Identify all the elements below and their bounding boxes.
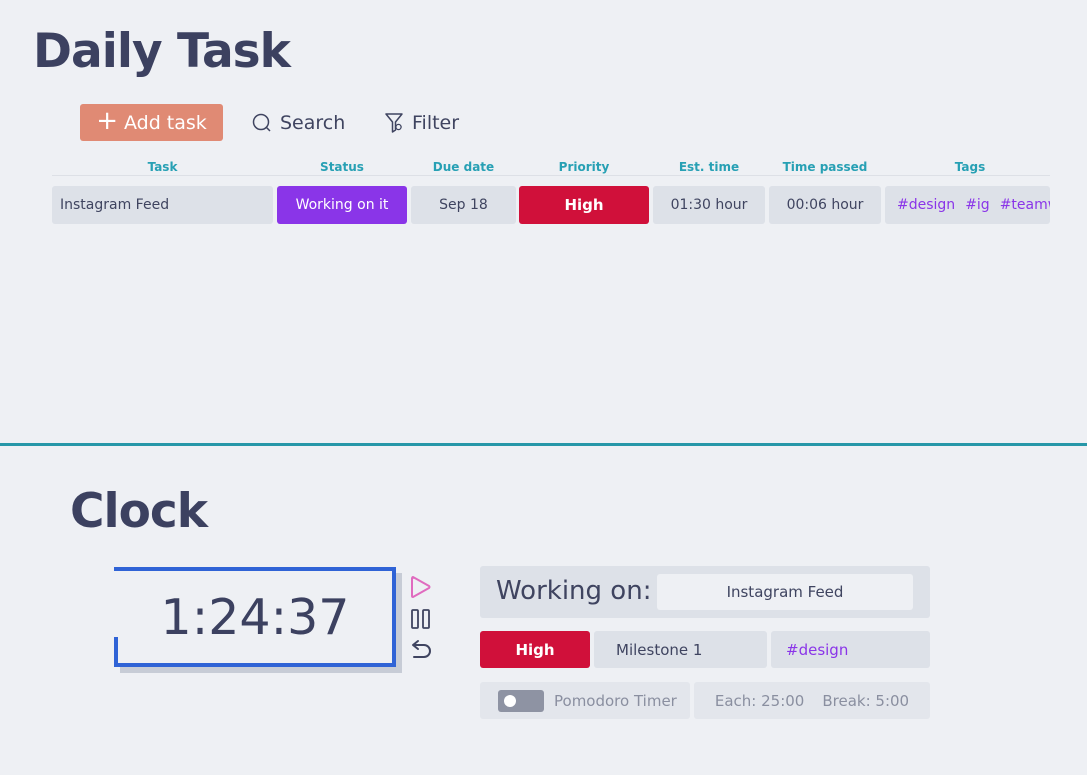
tag-link[interactable]: #design — [897, 197, 955, 213]
priority-badge[interactable]: High — [519, 186, 649, 224]
search-icon — [252, 113, 271, 132]
pause-icon[interactable] — [408, 607, 434, 631]
each-duration[interactable]: Each: 25:00 — [715, 692, 804, 710]
search-button[interactable]: Search — [252, 108, 345, 138]
filter-icon — [385, 113, 403, 133]
clock-title: Clock — [70, 484, 208, 539]
add-task-label: Add task — [123, 111, 207, 134]
priority-badge[interactable]: High — [480, 631, 590, 668]
pomodoro-durations[interactable]: Each: 25:00 Break: 5:00 — [694, 682, 930, 719]
section-divider — [0, 443, 1087, 446]
break-duration[interactable]: Break: 5:00 — [822, 692, 909, 710]
clock-time: 1:24:37 — [160, 588, 350, 646]
milestone-field[interactable]: Milestone 1 — [594, 631, 767, 668]
column-header-tags[interactable]: Tags — [885, 160, 1055, 174]
search-label: Search — [280, 112, 346, 134]
pomodoro-toggle[interactable] — [498, 689, 544, 712]
play-icon[interactable] — [408, 575, 434, 599]
add-task-button[interactable]: + Add task — [80, 104, 223, 141]
working-on-select[interactable]: Instagram Feed — [657, 574, 913, 610]
plus-icon: + — [96, 106, 118, 136]
column-header-task[interactable]: Task — [52, 160, 273, 174]
due-date-cell[interactable]: Sep 18 — [411, 186, 516, 224]
filter-button[interactable]: Filter — [384, 108, 459, 138]
page-title: Daily Task — [33, 24, 291, 79]
table-header-divider — [52, 175, 1050, 176]
tag-field[interactable]: #design — [771, 631, 930, 668]
reset-icon[interactable] — [408, 637, 434, 661]
column-header-est-time[interactable]: Est. time — [653, 160, 765, 174]
working-on-label: Working on: — [496, 576, 652, 606]
tags-cell[interactable]: #design #ig #teamwc — [885, 186, 1050, 224]
column-header-due-date[interactable]: Due date — [411, 160, 516, 174]
toggle-knob — [504, 694, 516, 707]
column-header-priority[interactable]: Priority — [519, 160, 649, 174]
filter-label: Filter — [412, 112, 460, 134]
pomodoro-control: Pomodoro Timer — [480, 682, 690, 719]
tag-link[interactable]: #teamwc — [1000, 197, 1050, 213]
task-name-cell[interactable]: Instagram Feed — [52, 186, 273, 224]
column-header-time-passed[interactable]: Time passed — [769, 160, 881, 174]
pomodoro-label: Pomodoro Timer — [554, 691, 677, 710]
est-time-cell[interactable]: 01:30 hour — [653, 186, 765, 224]
clock-display: 1:24:37 — [114, 567, 396, 667]
column-header-status[interactable]: Status — [277, 160, 407, 174]
tag-link[interactable]: #ig — [965, 197, 990, 213]
time-passed-cell[interactable]: 00:06 hour — [769, 186, 881, 224]
status-badge[interactable]: Working on it — [277, 186, 407, 224]
